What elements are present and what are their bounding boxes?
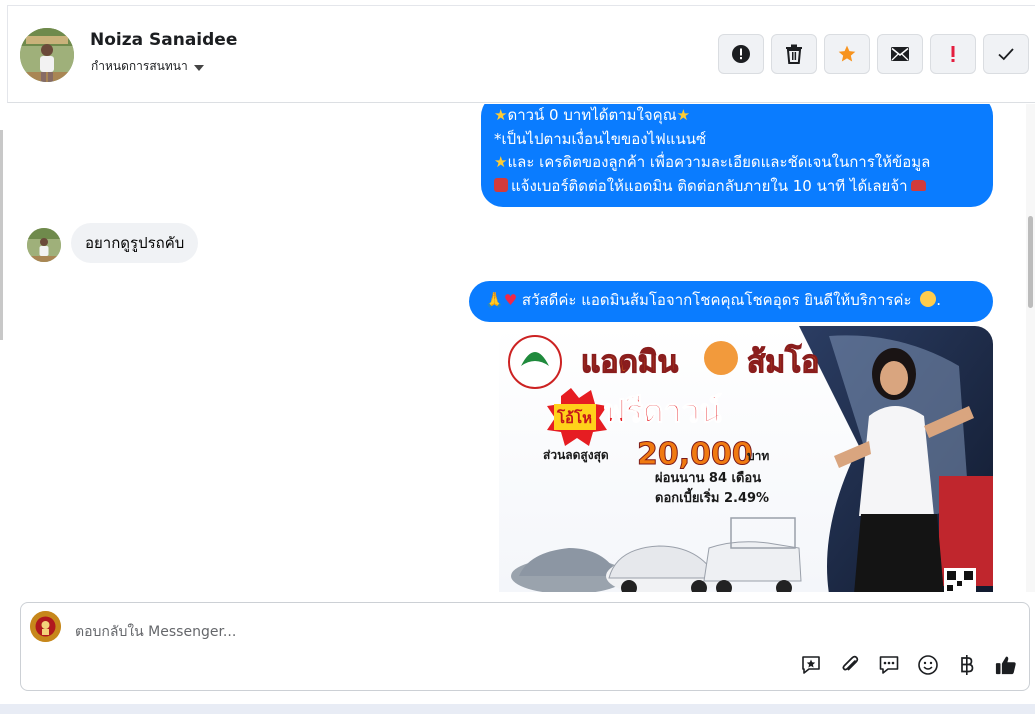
smile-emoji-icon <box>920 291 937 307</box>
conversation-header: Noiza Sanaidee กำหนดการสนทนา <box>7 5 1035 103</box>
caret-down-icon <box>193 64 204 71</box>
ad-image[interactable]: แอดมิน ส้มโอ โอ้โห ฟรีดาวน์ ส่วนลดสูงสุด… <box>499 326 993 592</box>
window-bottom-bar <box>0 704 1035 714</box>
star-button[interactable] <box>824 34 870 74</box>
ad-title: แอดมิน <box>581 345 679 380</box>
reply-composer[interactable]: ตอบกลับใน Messenger... <box>20 602 1030 691</box>
star-note-button[interactable] <box>800 654 822 676</box>
mark-spam-button[interactable] <box>718 34 764 74</box>
delete-button[interactable] <box>771 34 817 74</box>
contact-avatar-small <box>27 228 61 262</box>
star-note-icon <box>802 656 820 674</box>
like-button[interactable] <box>995 654 1017 676</box>
message-line: ดาวน์ 0 บาทได้ตามใจคุณ <box>507 106 677 124</box>
exclamation-icon <box>951 46 955 62</box>
star-emoji-icon: ★ <box>494 106 508 124</box>
incoming-message[interactable]: อยากดูรูปรถคับ <box>71 223 199 263</box>
message-thread[interactable]: ★ดาวน์ 0 บาทได้ตามใจคุณ★ *เป็นไปตามเงื่อ… <box>7 104 1027 592</box>
saved-reply-button[interactable] <box>878 654 900 676</box>
payment-button[interactable] <box>956 654 978 676</box>
emoji-icon <box>918 655 938 675</box>
heart-emoji-icon: ♥ <box>503 291 518 309</box>
saved-reply-icon <box>879 656 899 674</box>
composer-tools <box>800 654 1017 676</box>
outgoing-message[interactable]: ★ดาวน์ 0 บาทได้ตามใจคุณ★ *เป็นไปตามเงื่อ… <box>481 104 993 207</box>
thumbs-up-icon <box>995 656 1016 675</box>
message-line: และ เครดิตของลูกค้า เพื่อความละเอียดและช… <box>507 153 931 171</box>
thread-scrollbar[interactable] <box>1026 104 1035 592</box>
ad-installment: ผ่อนนาน 84 เดือน <box>655 470 761 486</box>
reply-input[interactable]: ตอบกลับใน Messenger... <box>75 621 236 643</box>
baht-icon <box>961 655 974 675</box>
period-text: . <box>936 291 942 309</box>
alert-circle-icon <box>732 45 750 63</box>
mark-unread-button[interactable] <box>877 34 923 74</box>
star-emoji-icon: ★ <box>676 106 691 124</box>
attach-button[interactable] <box>839 654 861 676</box>
outgoing-message[interactable]: 🙏♥ สวัสดีค่ะ แอดมินส้มโอจากโชคคุณโชคอุดร… <box>469 281 993 322</box>
header-actions <box>718 34 1029 74</box>
check-icon <box>998 48 1014 61</box>
mark-done-button[interactable] <box>983 34 1029 74</box>
ad-discount-label: ส่วนลดสูงสุด <box>543 448 609 463</box>
paperclip-icon <box>842 655 859 671</box>
ad-title-2: ส้มโอ <box>747 343 819 380</box>
star-emoji-icon: ★ <box>494 153 508 171</box>
ad-badge: โอ้โห <box>556 408 592 427</box>
message-line: สวัสดีค่ะ แอดมินส้มโอจากโชคคุณโชคอุดร ยิ… <box>521 291 912 309</box>
ad-currency: บาท <box>747 449 769 463</box>
contact-avatar[interactable] <box>20 28 74 82</box>
trash-icon <box>786 44 802 64</box>
star-icon <box>838 45 856 62</box>
assign-label: กำหนดการสนทนา <box>91 59 188 73</box>
contact-name[interactable]: Noiza Sanaidee <box>90 30 237 50</box>
ad-promo: ฟรีดาวน์ <box>603 392 722 430</box>
assign-conversation-dropdown[interactable]: กำหนดการสนทนา <box>91 57 204 76</box>
scrollbar-thumb[interactable] <box>1028 216 1033 308</box>
phone-emoji-icon <box>494 177 508 192</box>
follow-up-button[interactable] <box>930 34 976 74</box>
emoji-button[interactable] <box>917 654 939 676</box>
message-line: *เป็นไปตามเงื่อนไขของไฟแนนซ์ <box>494 129 707 148</box>
mail-icon <box>891 47 909 61</box>
ad-image-art: แอดมิน ส้มโอ โอ้โห ฟรีดาวน์ ส่วนลดสูงสุด… <box>499 326 993 592</box>
ad-discount-value: 20,000 <box>637 437 753 472</box>
pray-emoji-icon: 🙏 <box>485 291 504 309</box>
car-emoji-icon <box>910 179 926 191</box>
message-line: แจ้งเบอร์ติดต่อให้แอดมิน ติดต่อกลับภายใน… <box>511 176 908 195</box>
page-avatar <box>30 611 61 642</box>
left-panel-edge <box>0 130 3 340</box>
